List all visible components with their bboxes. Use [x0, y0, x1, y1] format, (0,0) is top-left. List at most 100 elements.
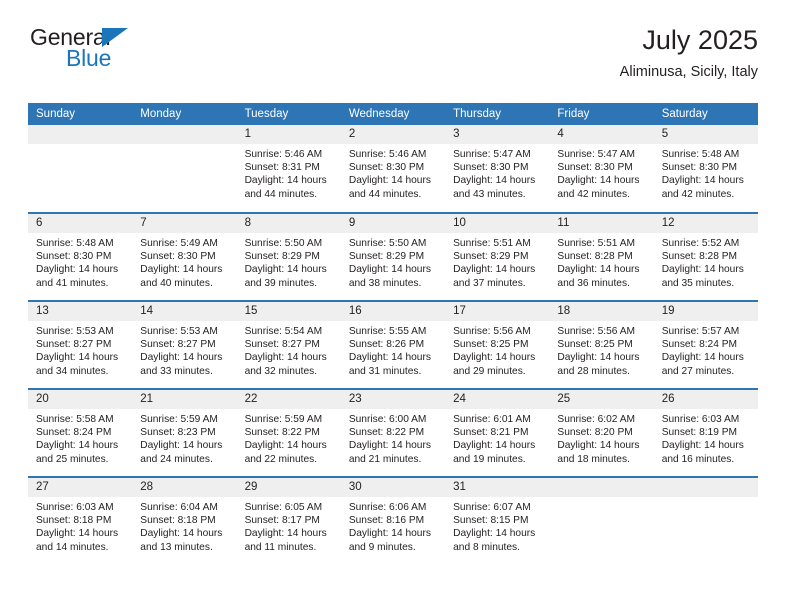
day-details: Sunrise: 5:53 AM Sunset: 8:27 PM Daylight:…: [28, 321, 132, 378]
calendar-day-cell[interactable]: 6 Sunrise: 5:48 AM Sunset: 8:30 PM Daylight…: [28, 212, 133, 301]
daylight-text-line2: and 31 minutes.: [348, 365, 422, 377]
calendar-day-cell[interactable]: 22 Sunrise: 5:59 AM Sunset: 8:22 PM Dayligh…: [236, 388, 341, 477]
daylight-text-line1: Daylight: 14 hours: [661, 264, 744, 276]
calendar-day-cell[interactable]: 5 Sunrise: 5:48 AM Sunset: 8:30 PM Daylight…: [653, 125, 758, 213]
calendar-day-cell[interactable]: 1 Sunrise: 5:46 AM Sunset: 8:31 PM Daylight…: [236, 125, 341, 213]
title-block: July 2025 Aliminusa, Sicily, Italy: [619, 25, 758, 81]
calendar-day-cell[interactable]: 21 Sunrise: 5:59 AM Sunset: 8:23 PM Dayligh…: [132, 388, 237, 477]
sunrise-text: Sunrise: 6:00 AM: [348, 414, 427, 425]
daylight-text-line1: Daylight: 14 hours: [140, 352, 223, 364]
daylight-text-line1: Daylight: 14 hours: [453, 264, 536, 276]
daylight-text-line1: Daylight: 14 hours: [244, 352, 327, 364]
sunset-text: Sunset: 8:22 PM: [244, 427, 320, 439]
calendar-day-cell[interactable]: 20 Sunrise: 5:58 AM Sunset: 8:24 PM Dayligh…: [28, 388, 133, 477]
day-number: 8: [236, 214, 341, 233]
calendar-day-cell[interactable]: 31 Sunrise: 6:07 AM Sunset: 8:15 PM Dayligh…: [445, 476, 550, 565]
calendar-day-cell[interactable]: 30 Sunrise: 6:06 AM Sunset: 8:16 PM Dayligh…: [340, 476, 446, 565]
sunrise-text: Sunrise: 5:47 AM: [453, 149, 531, 160]
daylight-text-line2: and 37 minutes.: [453, 277, 526, 289]
calendar-day-cell[interactable]: 7 Sunrise: 5:49 AM Sunset: 8:30 PM Daylight…: [132, 212, 237, 301]
calendar-day-cell[interactable]: 15 Sunrise: 5:54 AM Sunset: 8:27 PM Dayligh…: [236, 300, 341, 389]
day-details: Sunrise: 5:48 AM Sunset: 8:30 PM Daylight:…: [654, 144, 758, 201]
page-title: July 2025: [642, 25, 758, 55]
day-details: Sunrise: 5:58 AM Sunset: 8:24 PM Daylight:…: [28, 409, 132, 466]
calendar-week-row: 20 Sunrise: 5:58 AM Sunset: 8:24 PM Dayligh…: [28, 388, 758, 477]
calendar-day-cell[interactable]: 12 Sunrise: 5:52 AM Sunset: 8:28 PM Dayligh…: [653, 212, 758, 301]
daylight-text-line2: and 18 minutes.: [557, 453, 630, 465]
sunset-text: Sunset: 8:28 PM: [661, 251, 738, 263]
calendar-day-cell[interactable]: 27 Sunrise: 6:03 AM Sunset: 8:18 PM Dayligh…: [28, 476, 133, 565]
calendar-day-cell[interactable]: 13 Sunrise: 5:53 AM Sunset: 8:27 PM Dayligh…: [28, 300, 133, 389]
calendar-table: Sunday Monday Tuesday Wednesday Thursday…: [28, 103, 758, 565]
daylight-text-line2: and 27 minutes.: [661, 365, 735, 377]
daylight-text-line1: Daylight: 14 hours: [348, 352, 431, 364]
logo-text-blue: Blue: [66, 45, 112, 71]
calendar-day-cell[interactable]: 4 Sunrise: 5:47 AM Sunset: 8:30 PM Daylight…: [549, 125, 654, 213]
calendar-day-cell[interactable]: 23 Sunrise: 6:00 AM Sunset: 8:22 PM Dayligh…: [340, 388, 446, 477]
day-number: 9: [340, 214, 446, 233]
calendar-day-cell[interactable]: 11 Sunrise: 5:51 AM Sunset: 8:28 PM Dayligh…: [549, 212, 654, 301]
daylight-text-line2: and 34 minutes.: [36, 365, 109, 377]
calendar-cell-empty: [549, 476, 654, 565]
daylight-text-line1: Daylight: 14 hours: [661, 440, 744, 452]
day-details: Sunrise: 5:47 AM Sunset: 8:30 PM Daylight:…: [549, 144, 653, 201]
daylight-text-line1: Daylight: 14 hours: [348, 528, 431, 540]
day-number: 16: [340, 302, 446, 321]
calendar-day-cell[interactable]: 9 Sunrise: 5:50 AM Sunset: 8:29 PM Daylight…: [340, 212, 446, 301]
day-details: Sunrise: 6:03 AM Sunset: 8:18 PM Daylight:…: [28, 497, 132, 554]
general-blue-logo[interactable]: General Blue: [30, 26, 152, 72]
calendar-day-cell[interactable]: 17 Sunrise: 5:56 AM Sunset: 8:25 PM Dayligh…: [445, 300, 550, 389]
day-number: 1: [236, 125, 341, 144]
calendar-day-cell[interactable]: 2 Sunrise: 5:46 AM Sunset: 8:30 PM Daylight…: [340, 125, 446, 213]
day-details: Sunrise: 5:48 AM Sunset: 8:30 PM Daylight:…: [28, 233, 132, 290]
calendar-day-cell[interactable]: 24 Sunrise: 6:01 AM Sunset: 8:21 PM Dayligh…: [445, 388, 550, 477]
calendar-day-cell[interactable]: 3 Sunrise: 5:47 AM Sunset: 8:30 PM Daylight…: [445, 125, 550, 213]
sunset-text: Sunset: 8:25 PM: [557, 339, 633, 351]
daylight-text-line1: Daylight: 14 hours: [453, 352, 536, 364]
sunrise-text: Sunrise: 6:06 AM: [348, 502, 427, 513]
calendar-day-cell[interactable]: 14 Sunrise: 5:53 AM Sunset: 8:27 PM Dayligh…: [132, 300, 237, 389]
daylight-text-line2: and 8 minutes.: [453, 541, 520, 553]
day-details: Sunrise: 6:02 AM Sunset: 8:20 PM Daylight:…: [549, 409, 653, 466]
calendar-day-cell[interactable]: 16 Sunrise: 5:55 AM Sunset: 8:26 PM Dayligh…: [340, 300, 446, 389]
day-number: 11: [549, 214, 654, 233]
sunrise-text: Sunrise: 5:53 AM: [36, 326, 114, 337]
calendar-day-cell[interactable]: 26 Sunrise: 6:03 AM Sunset: 8:19 PM Dayligh…: [653, 388, 758, 477]
day-number: [28, 125, 133, 144]
calendar-day-cell[interactable]: 28 Sunrise: 6:04 AM Sunset: 8:18 PM Dayligh…: [132, 476, 237, 565]
sunset-text: Sunset: 8:25 PM: [453, 339, 529, 351]
daylight-text-line2: and 32 minutes.: [244, 365, 318, 377]
calendar-week-row: 1 Sunrise: 5:46 AM Sunset: 8:31 PM Daylight…: [28, 125, 758, 213]
sunset-text: Sunset: 8:27 PM: [36, 339, 112, 351]
sunrise-text: Sunrise: 5:50 AM: [348, 238, 427, 249]
sunrise-text: Sunrise: 5:46 AM: [348, 149, 427, 160]
calendar-day-cell[interactable]: 19 Sunrise: 5:57 AM Sunset: 8:24 PM Dayligh…: [653, 300, 758, 389]
sunrise-text: Sunrise: 6:03 AM: [36, 502, 114, 513]
day-number: [653, 478, 758, 497]
calendar-day-cell[interactable]: 10 Sunrise: 5:51 AM Sunset: 8:29 PM Dayligh…: [445, 212, 550, 301]
sunset-text: Sunset: 8:28 PM: [557, 251, 633, 263]
daylight-text-line1: Daylight: 14 hours: [140, 264, 223, 276]
sunset-text: Sunset: 8:27 PM: [140, 339, 216, 351]
sunrise-text: Sunrise: 5:54 AM: [244, 326, 323, 337]
sunrise-text: Sunrise: 6:07 AM: [453, 502, 531, 513]
calendar-day-cell[interactable]: 25 Sunrise: 6:02 AM Sunset: 8:20 PM Dayligh…: [549, 388, 654, 477]
daylight-text-line1: Daylight: 14 hours: [453, 175, 536, 187]
daylight-text-line1: Daylight: 14 hours: [140, 440, 223, 452]
weekday-header-wednesday: Wednesday: [340, 103, 446, 125]
sunset-text: Sunset: 8:18 PM: [36, 515, 112, 527]
location-subtitle: Aliminusa, Sicily, Italy: [619, 64, 758, 81]
weekday-header-thursday: Thursday: [445, 103, 550, 125]
sunset-text: Sunset: 8:29 PM: [453, 251, 529, 263]
daylight-text-line2: and 43 minutes.: [453, 188, 526, 200]
calendar-day-cell[interactable]: 18 Sunrise: 5:56 AM Sunset: 8:25 PM Dayligh…: [549, 300, 654, 389]
daylight-text-line1: Daylight: 14 hours: [36, 264, 119, 276]
day-number: [549, 478, 654, 497]
day-details: Sunrise: 5:53 AM Sunset: 8:27 PM Daylight:…: [132, 321, 236, 378]
day-details: Sunrise: 5:49 AM Sunset: 8:30 PM Daylight:…: [132, 233, 236, 290]
calendar-day-cell[interactable]: 29 Sunrise: 6:05 AM Sunset: 8:17 PM Dayligh…: [236, 476, 341, 565]
sunset-text: Sunset: 8:18 PM: [140, 515, 216, 527]
day-number: 21: [132, 390, 237, 409]
calendar-day-cell[interactable]: 8 Sunrise: 5:50 AM Sunset: 8:29 PM Daylight…: [236, 212, 341, 301]
day-details: Sunrise: 6:05 AM Sunset: 8:17 PM Daylight:…: [237, 497, 341, 554]
